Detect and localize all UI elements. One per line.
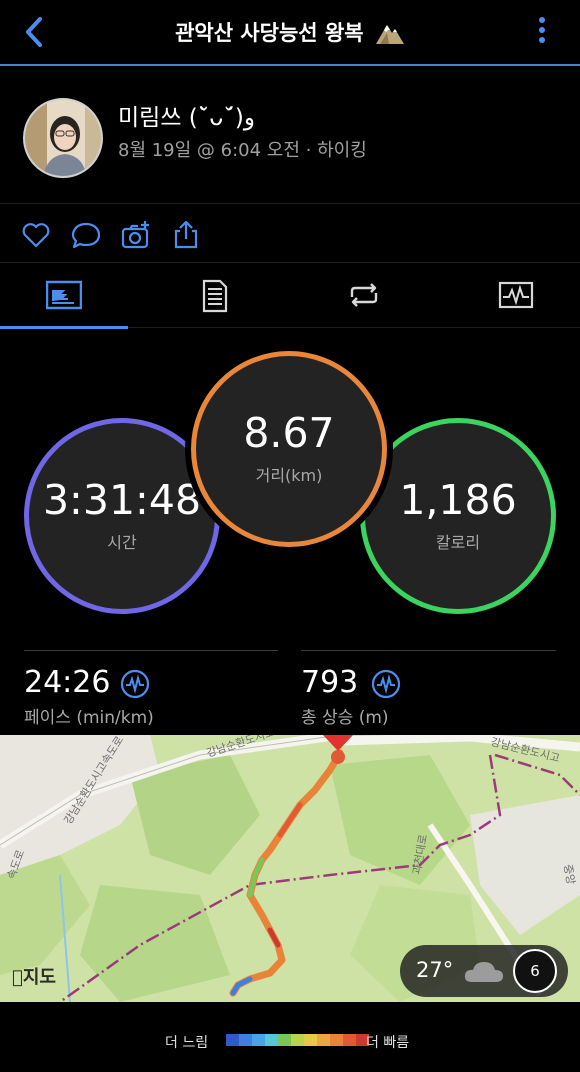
map-credit-label: 지도 <box>12 967 56 988</box>
back-button[interactable] <box>18 14 54 50</box>
ascent-chart-icon[interactable] <box>371 669 401 699</box>
pace-stat: 24:26 페이스 (min/km) <box>24 650 278 730</box>
weather-badge[interactable]: 27° 6 <box>400 945 568 997</box>
distance-value: 8.67 <box>243 408 335 457</box>
document-icon <box>202 279 228 313</box>
wind-speed: 6 <box>530 962 540 980</box>
pace-value: 24:26 <box>24 665 111 700</box>
route-map[interactable]: 강남순환도시고속도로 강남순환도시고속도로 강남순환도시고 과천대로 속도로 중… <box>0 735 580 1002</box>
wind-indicator: 6 <box>513 949 557 993</box>
top-bar: 관악산 사당능선 왕복 <box>0 0 580 66</box>
legend-swatch <box>252 1034 265 1046</box>
repeat-icon <box>350 283 378 307</box>
time-label: 시간 <box>107 532 137 552</box>
pace-legend: 더 느림 더 빠름 <box>0 1002 580 1072</box>
legend-slow-label: 더 느림 <box>165 1035 209 1051</box>
legend-swatch <box>343 1034 356 1046</box>
calories-value: 1,186 <box>399 475 517 524</box>
ascent-stat: 793 총 상승 (m) <box>301 650 556 730</box>
chart-icon <box>498 281 534 309</box>
ascent-value: 793 <box>301 665 359 700</box>
legend-swatch <box>265 1034 278 1046</box>
mountain-icon <box>375 25 404 44</box>
tab-details[interactable] <box>150 264 278 328</box>
pace-label: 페이스 (min/km) <box>24 708 154 728</box>
temperature: 27° <box>416 958 454 982</box>
legend-swatch <box>291 1034 304 1046</box>
map-credit: 지도 <box>12 963 56 989</box>
legend-swatch <box>317 1034 330 1046</box>
legend-swatch <box>226 1034 239 1046</box>
activity-title-wrap: 관악산 사당능선 왕복 <box>90 17 490 47</box>
legend-swatch <box>330 1034 343 1046</box>
ascent-label: 총 상승 (m) <box>301 708 389 728</box>
time-value: 3:31:48 <box>42 475 202 524</box>
legend-swatch <box>304 1034 317 1046</box>
apple-icon:  <box>12 967 23 988</box>
camera-add-icon[interactable] <box>120 219 152 251</box>
avatar[interactable] <box>23 98 103 178</box>
distance-ring: 8.67 거리(km) <box>191 351 387 547</box>
legend-swatch <box>239 1034 252 1046</box>
legend-fast-label: 더 빠름 <box>366 1035 410 1051</box>
more-dot <box>539 27 545 33</box>
legend-swatch <box>278 1034 291 1046</box>
heart-icon[interactable] <box>20 219 52 251</box>
activity-date-type: 8월 19일 @ 6:04 오전 · 하이킹 <box>118 140 367 161</box>
share-icon[interactable] <box>170 219 202 251</box>
more-dot <box>539 37 545 43</box>
action-row <box>0 205 580 263</box>
activity-title: 관악산 사당능선 왕복 <box>175 21 364 45</box>
calories-label: 칼로리 <box>435 532 481 552</box>
legend-color-bar <box>226 1034 369 1046</box>
tab-overview[interactable] <box>0 264 128 329</box>
user-name[interactable]: 미림쓰 (˘̀ᴗ˘́)و <box>118 98 255 132</box>
more-dot <box>539 17 545 23</box>
tab-bar <box>0 264 580 329</box>
chevron-left-icon <box>26 17 42 47</box>
distance-label: 거리(km) <box>255 465 323 485</box>
comment-icon[interactable] <box>70 219 102 251</box>
tab-laps[interactable] <box>300 264 428 328</box>
profile-section: 미림쓰 (˘̀ᴗ˘́)و 8월 19일 @ 6:04 오전 · 하이킹 <box>0 68 580 204</box>
cloud-icon <box>464 962 503 982</box>
pace-chart-icon[interactable] <box>120 669 150 699</box>
calories-ring: 1,186 칼로리 <box>360 418 556 614</box>
overview-icon <box>46 280 82 310</box>
tab-charts[interactable] <box>452 264 580 328</box>
more-options-button[interactable] <box>534 14 550 50</box>
